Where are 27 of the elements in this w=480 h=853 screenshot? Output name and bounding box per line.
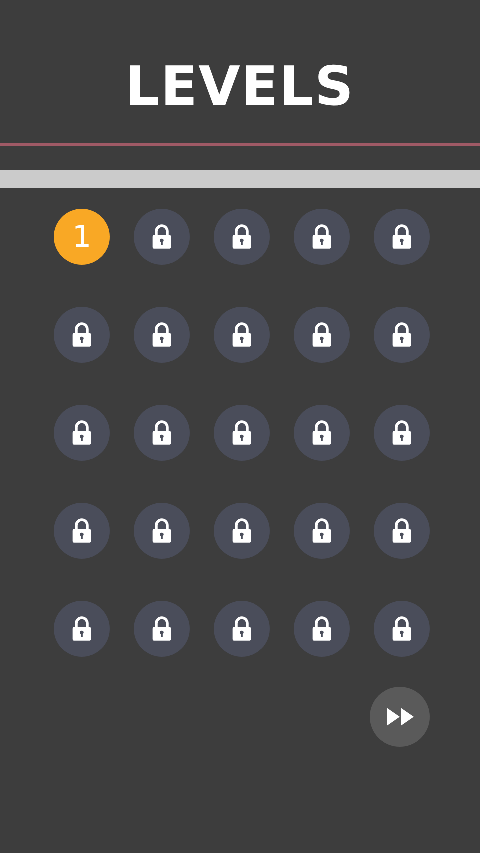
padlock-icon <box>231 322 253 348</box>
padlock-icon <box>151 616 173 642</box>
padlock-icon <box>231 420 253 446</box>
padlock-icon <box>311 616 333 642</box>
padlock-icon <box>391 518 413 544</box>
padlock-icon <box>151 224 173 250</box>
fast-forward-icon <box>386 707 416 727</box>
padlock-icon <box>71 420 93 446</box>
padlock-icon <box>391 224 413 250</box>
level-button[interactable]: 1 <box>54 209 110 265</box>
screen-title: LEVELS <box>125 54 355 118</box>
padlock-icon <box>231 224 253 250</box>
padlock-icon <box>391 616 413 642</box>
padlock-icon <box>391 420 413 446</box>
padlock-icon <box>311 224 333 250</box>
padlock-icon <box>311 420 333 446</box>
padlock-icon <box>311 518 333 544</box>
padlock-icon <box>71 616 93 642</box>
padlock-icon <box>151 518 173 544</box>
padlock-icon <box>231 518 253 544</box>
padlock-icon <box>151 322 173 348</box>
padlock-icon <box>71 322 93 348</box>
padlock-icon <box>231 616 253 642</box>
padlock-icon <box>391 322 413 348</box>
padlock-icon <box>71 518 93 544</box>
padlock-icon <box>311 322 333 348</box>
padlock-icon <box>151 420 173 446</box>
